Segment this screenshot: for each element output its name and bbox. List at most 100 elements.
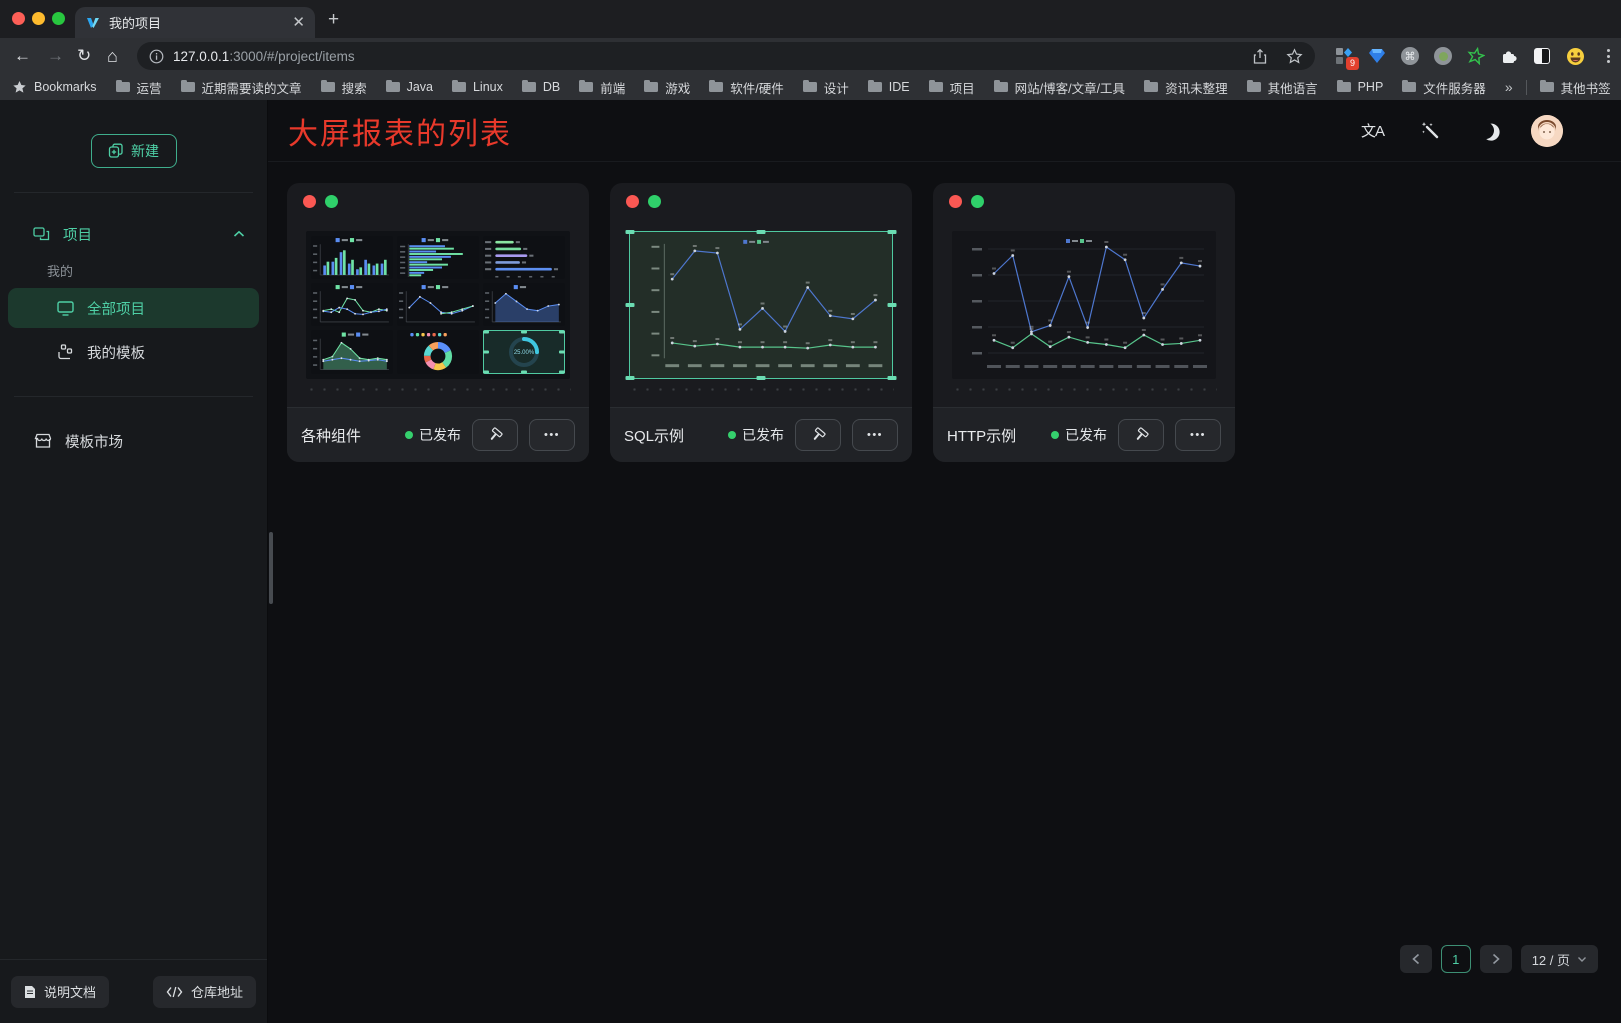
repo-button[interactable]: 仓库地址: [153, 976, 256, 1008]
status-label: 已发布: [419, 425, 461, 445]
current-page[interactable]: 1: [1441, 945, 1471, 973]
sidebar-item-all-projects[interactable]: 全部项目: [8, 288, 259, 328]
bookmark-folder[interactable]: 近期需要读的文章: [181, 78, 302, 97]
bookmark-folder[interactable]: 设计: [803, 78, 849, 97]
selection-handle[interactable]: [757, 376, 766, 380]
selection-handle[interactable]: [483, 330, 489, 333]
docs-label: 说明文档: [44, 982, 96, 1001]
browser-tab[interactable]: 我的项目 ✕: [75, 7, 315, 38]
bookmark-folder[interactable]: 其他语言: [1247, 78, 1318, 97]
share-icon[interactable]: [1252, 48, 1268, 65]
forward-icon[interactable]: →: [47, 45, 64, 67]
bookmark-folder[interactable]: 前端: [579, 78, 625, 97]
dot-extension-icon[interactable]: [1433, 46, 1453, 66]
traffic-light-minimize[interactable]: [32, 12, 45, 25]
dotted-separator: [951, 388, 1217, 391]
dark-mode-moon-icon[interactable]: [1477, 122, 1494, 139]
bookmark-folder[interactable]: IDE: [868, 80, 910, 94]
bookmark-folder[interactable]: 项目: [929, 78, 975, 97]
bookmark-label: 文件服务器: [1423, 78, 1486, 97]
scrollbar-thumb[interactable]: [269, 532, 273, 604]
bookmark-folder[interactable]: 游戏: [644, 78, 690, 97]
status-label: 已发布: [1065, 425, 1107, 445]
bookmark-folder[interactable]: 文件服务器: [1402, 78, 1486, 97]
selection-handle[interactable]: [521, 371, 527, 374]
puzzle-extension-icon[interactable]: [1499, 46, 1519, 66]
card-footer: 各种组件 已发布 •••: [287, 407, 589, 462]
reload-icon[interactable]: ↻: [77, 45, 91, 67]
language-icon[interactable]: 文A: [1361, 120, 1384, 141]
bookmark-folder[interactable]: 网站/博客/文章/工具: [994, 78, 1125, 97]
edit-button[interactable]: [1118, 419, 1164, 451]
home-icon[interactable]: ⌂: [107, 45, 118, 67]
browser-menu-icon[interactable]: [1598, 46, 1618, 66]
page-size-select[interactable]: 12 / 页: [1521, 945, 1598, 973]
more-button[interactable]: •••: [529, 419, 575, 451]
bookmarks-manager[interactable]: Bookmarks: [12, 80, 97, 95]
selection-handle[interactable]: [483, 371, 489, 374]
back-icon[interactable]: ←: [14, 45, 31, 67]
selection-handle[interactable]: [559, 351, 565, 354]
bookmark-folder[interactable]: DB: [522, 80, 560, 94]
selection-handle[interactable]: [888, 376, 897, 380]
next-page-button[interactable]: [1480, 945, 1512, 973]
bookmarks-overflow-icon[interactable]: »: [1505, 79, 1513, 95]
card-preview-chart: [952, 231, 1216, 379]
bookmark-star-icon[interactable]: [1286, 48, 1303, 65]
bookmark-folder[interactable]: Linux: [452, 80, 503, 94]
gem-extension-icon[interactable]: [1367, 46, 1387, 66]
bookmark-folder[interactable]: PHP: [1337, 80, 1384, 94]
grid-extension-icon[interactable]: 9: [1334, 46, 1354, 66]
dark-reader-extension-icon[interactable]: [1532, 46, 1552, 66]
magic-wand-icon[interactable]: [1421, 121, 1440, 140]
selection-handle[interactable]: [559, 330, 565, 333]
bookmark-folder[interactable]: 运营: [116, 78, 162, 97]
sidebar-divider: [14, 192, 253, 193]
project-card[interactable]: SQL示例 已发布 •••: [610, 183, 912, 462]
selection-handle[interactable]: [521, 330, 527, 333]
avatar[interactable]: [1531, 115, 1563, 147]
bookmark-folder[interactable]: 资讯未整理: [1144, 78, 1228, 97]
address-bar[interactable]: 127.0.0.1:3000/#/project/items: [137, 42, 1315, 70]
chevron-up-icon[interactable]: [233, 230, 245, 238]
emoji-extension-icon[interactable]: [1565, 46, 1585, 66]
selection-handle[interactable]: [559, 371, 565, 374]
star-extension-icon[interactable]: [1466, 46, 1486, 66]
bookmark-folder[interactable]: 搜索: [321, 78, 367, 97]
screen: 我的项目 ✕ + ← → ↻ ⌂ 127.0.0.1:3000/#/projec…: [0, 0, 1621, 1023]
new-project-button[interactable]: 新建: [91, 134, 177, 168]
bookmark-folder[interactable]: Java: [386, 80, 433, 94]
prev-page-button[interactable]: [1400, 945, 1432, 973]
publish-status: 已发布: [405, 425, 461, 445]
mini-chart-capsules: [483, 236, 565, 279]
selection-handle[interactable]: [626, 303, 635, 307]
project-card[interactable]: 25.00% 各种组件 已发布 •••: [287, 183, 589, 462]
folder-icon: [116, 82, 130, 92]
command-extension-icon[interactable]: ⌘: [1400, 46, 1420, 66]
other-bookmarks[interactable]: 其他书签: [1540, 78, 1611, 97]
folder-icon: [1402, 82, 1416, 92]
bookmark-folder[interactable]: 软件/硬件: [709, 78, 783, 97]
more-button[interactable]: •••: [852, 419, 898, 451]
sidebar-item-template-market[interactable]: 模板市场: [8, 421, 259, 461]
selection-handle[interactable]: [757, 230, 766, 234]
sidebar-group-project[interactable]: 项目: [0, 217, 267, 251]
selection-handle[interactable]: [888, 303, 897, 307]
traffic-light-zoom[interactable]: [52, 12, 65, 25]
tab-close-icon[interactable]: ✕: [292, 15, 305, 30]
more-button[interactable]: •••: [1175, 419, 1221, 451]
docs-button[interactable]: 说明文档: [11, 976, 109, 1008]
bookmarks-label: Bookmarks: [34, 80, 97, 94]
new-tab-button[interactable]: +: [328, 9, 339, 31]
selection-handle[interactable]: [483, 351, 489, 354]
site-info-icon[interactable]: [149, 49, 164, 64]
folder-icon: [321, 82, 335, 92]
traffic-light-close[interactable]: [12, 12, 25, 25]
selection-handle[interactable]: [626, 376, 635, 380]
edit-button[interactable]: [795, 419, 841, 451]
project-card[interactable]: HTTP示例 已发布 •••: [933, 183, 1235, 462]
sidebar-item-my-templates[interactable]: 我的模板: [8, 332, 259, 372]
edit-button[interactable]: [472, 419, 518, 451]
selection-handle[interactable]: [626, 230, 635, 234]
selection-handle[interactable]: [888, 230, 897, 234]
